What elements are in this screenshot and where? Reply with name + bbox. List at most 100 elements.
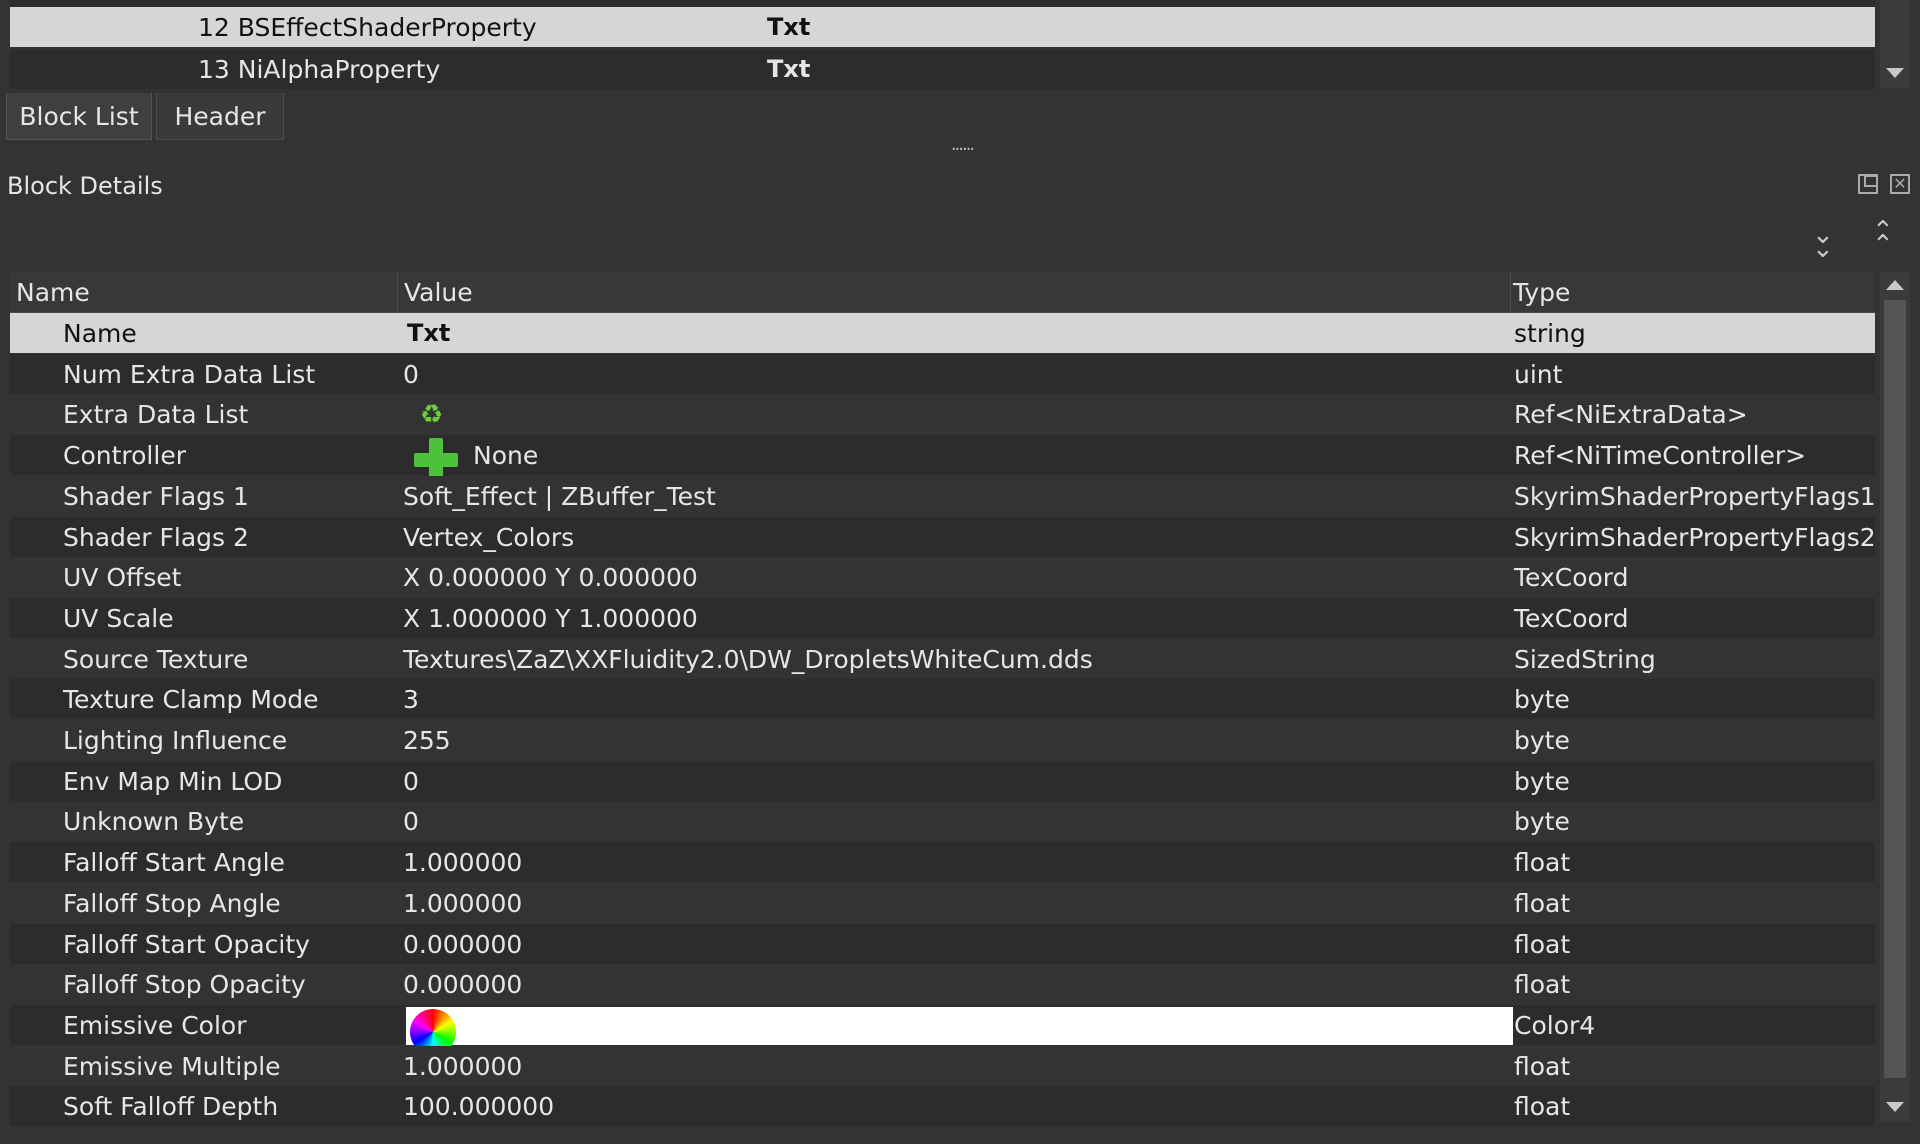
table-row[interactable]: Controller None Ref<NiTimeController> [10,435,1875,482]
row-value[interactable]: X 1.000000 Y 1.000000 [403,598,698,638]
close-icon[interactable]: ✕ [1890,174,1910,194]
row-value[interactable]: 0 [403,354,419,394]
row-type: float [1514,929,1571,959]
table-row[interactable]: Name Txt string [10,313,1875,353]
double-chevron-up-icon[interactable]: ⌃ ⌃ [1872,218,1894,258]
row-value[interactable]: 0.000000 [403,964,522,1004]
double-chevron-down-icon[interactable]: ⌄ ⌄ [1812,222,1834,262]
scrollbar-thumb[interactable] [1884,300,1906,1078]
row-value[interactable]: 0.000000 [403,924,522,964]
tab-header[interactable]: Header [156,93,284,140]
table-row[interactable]: Falloff Start Opacity 0.000000 float [10,924,1875,964]
row-name: Shader Flags 1 [63,481,249,511]
table-row[interactable]: Source Texture Textures\ZaZ\XXFluidity2.0… [10,639,1875,679]
row-name: Emissive Color [63,1010,247,1040]
column-label: Value [404,277,473,307]
row-name: Shader Flags 2 [63,522,249,552]
row-value[interactable]: None [473,435,538,475]
row-value[interactable]: 3 [403,679,419,719]
row-value[interactable]: 1.000000 [403,1046,522,1086]
row-type: byte [1514,684,1570,714]
block-list-row-12[interactable]: 12 BSEffectShaderProperty Txt [10,7,1875,47]
table-row[interactable]: Env Map Min LOD 0 byte [10,761,1875,801]
table-row[interactable]: Extra Data List ♻ Ref<NiExtraData> [10,394,1875,434]
row-name: Texture Clamp Mode [63,684,319,714]
row-type: byte [1514,766,1570,796]
row-name: UV Offset [63,562,182,592]
float-window-icon[interactable] [1858,174,1878,194]
row-name: Falloff Stop Angle [63,888,281,918]
table-row[interactable]: Soft Falloff Depth 100.000000 float [10,1086,1875,1126]
row-value[interactable]: X 0.000000 Y 0.000000 [403,557,698,597]
table-row[interactable]: UV Offset X 0.000000 Y 0.000000 TexCoord [10,557,1875,597]
refresh-icon[interactable]: ♻ [420,402,446,428]
block-value: Txt [767,55,811,83]
table-row[interactable]: Falloff Stop Angle 1.000000 float [10,883,1875,923]
row-value[interactable]: 1.000000 [403,842,522,882]
row-name: Lighting Influence [63,725,288,755]
row-value[interactable]: 0 [403,761,419,801]
table-row[interactable]: Shader Flags 2 Vertex_Colors SkyrimShaderP… [10,517,1876,557]
table-row[interactable]: Num Extra Data List 0 uint [10,354,1875,394]
row-type: float [1514,1091,1571,1121]
row-name: UV Scale [63,603,174,633]
row-value[interactable]: Vertex_Colors [403,517,574,557]
row-type: TexCoord [1514,562,1629,592]
table-row[interactable]: UV Scale X 1.000000 Y 1.000000 TexCoord [10,598,1875,638]
row-name: Falloff Stop Opacity [63,969,306,999]
block-value: Txt [767,13,811,41]
row-value[interactable]: Soft_Effect | ZBuffer_Test [403,476,716,516]
row-name: Falloff Start Opacity [63,929,310,959]
row-name: Unknown Byte [63,806,245,836]
table-row[interactable]: Shader Flags 1 Soft_Effect | ZBuffer_Test… [10,476,1876,516]
row-type: Color4 [1514,1010,1596,1040]
scroll-down-icon[interactable] [1886,1102,1904,1112]
tab-block-list[interactable]: Block List [6,93,152,140]
scroll-down-icon[interactable] [1886,68,1904,78]
row-type: byte [1514,725,1570,755]
row-type: string [1514,318,1586,348]
column-header-value[interactable]: Value [398,272,1511,312]
table-row[interactable]: Falloff Start Angle 1.000000 float [10,842,1875,882]
row-value[interactable]: Textures\ZaZ\XXFluidity2.0\DW_DropletsWh… [403,639,1093,679]
row-value[interactable]: 1.000000 [403,883,522,923]
row-type: Ref<NiTimeController> [1514,440,1807,470]
row-name: Extra Data List [63,399,249,429]
row-name: Source Texture [63,644,249,674]
row-type: float [1514,1051,1571,1081]
column-header-name[interactable]: Name [10,272,398,312]
row-value[interactable]: 100.000000 [403,1086,554,1126]
details-scrollbar[interactable] [1880,272,1910,1122]
details-table-header: Name Value Type [10,272,1875,313]
row-type: TexCoord [1514,603,1629,633]
row-name: Falloff Start Angle [63,847,285,877]
table-row[interactable]: Lighting Influence 255 byte [10,720,1875,760]
splitter-handle[interactable]: ...... [940,136,984,156]
panel-title: Block Details [7,172,163,200]
row-value[interactable]: 255 [403,720,451,760]
row-name: Emissive Multiple [63,1051,281,1081]
row-type: SizedString [1514,644,1656,674]
row-value[interactable]: 0 [403,801,419,841]
row-type: float [1514,969,1571,999]
table-row[interactable]: Emissive Color Color4 [10,1005,1875,1055]
row-type: float [1514,888,1571,918]
row-type: SkyrimShaderPropertyFlags2 [1514,522,1876,552]
column-header-type[interactable]: Type [1507,272,1871,312]
row-type: SkyrimShaderPropertyFlags1 [1514,481,1876,511]
table-row[interactable]: Emissive Multiple 1.000000 float [10,1046,1875,1086]
block-name: 13 NiAlphaProperty [198,54,441,84]
row-type: Ref<NiExtraData> [1514,399,1748,429]
row-name: Controller [63,440,186,470]
row-name: Soft Falloff Depth [63,1091,279,1121]
table-row[interactable]: Texture Clamp Mode 3 byte [10,679,1875,719]
emissive-color-swatch[interactable] [406,1007,1513,1045]
tab-label: Header [174,101,266,131]
scroll-up-icon[interactable] [1886,280,1904,290]
table-row[interactable]: Unknown Byte 0 byte [10,801,1875,841]
column-label: Type [1513,277,1571,307]
table-row[interactable]: Falloff Stop Opacity 0.000000 float [10,964,1875,1004]
block-list-row-13[interactable]: 13 NiAlphaProperty Txt [10,49,1875,89]
row-value[interactable]: Txt [407,313,450,353]
block-list-scrollbar[interactable] [1880,0,1910,88]
